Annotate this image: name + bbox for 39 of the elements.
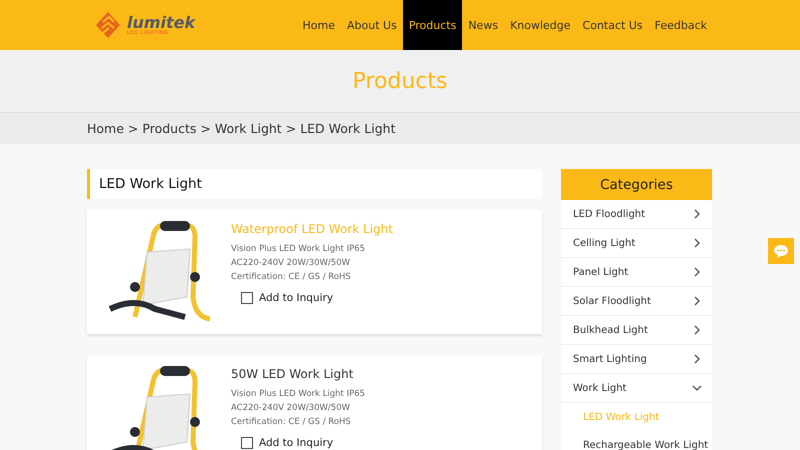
page-title: Products xyxy=(352,68,448,94)
breadcrumb-separator: > xyxy=(200,121,211,136)
nav-link[interactable]: Home xyxy=(296,0,342,50)
breadcrumb-separator: > xyxy=(128,121,138,136)
category-item[interactable]: Smart Lighting xyxy=(561,345,712,374)
nav-link[interactable]: Products xyxy=(402,0,462,50)
checkbox[interactable] xyxy=(241,437,253,449)
breadcrumb-separator: > xyxy=(286,121,296,136)
breadcrumb-link[interactable]: Home xyxy=(87,121,124,136)
breadcrumb-link[interactable]: Products xyxy=(142,121,196,136)
breadcrumb-link[interactable]: Work Light xyxy=(214,121,282,136)
category-item[interactable]: Celling Light xyxy=(561,229,712,258)
product-title[interactable]: 50W LED Work Light xyxy=(231,367,366,381)
nav-link[interactable]: About Us xyxy=(341,0,403,50)
subcategory-item[interactable]: Rechargeable Work Light xyxy=(561,431,712,450)
section-title: LED Work Light xyxy=(87,169,542,199)
checkbox-label[interactable]: Add to Inquiry xyxy=(259,292,334,304)
nav-link[interactable]: Knowledge xyxy=(504,0,577,50)
product-spec: AC220-240V 20W/30W/50W xyxy=(231,402,352,415)
breadcrumb-link[interactable]: LED Work Light xyxy=(300,121,396,136)
nav-link[interactable]: News xyxy=(462,0,504,50)
nav-link[interactable]: Contact Us xyxy=(576,0,649,50)
checkbox[interactable] xyxy=(241,292,253,304)
category-item[interactable]: Bulkhead Light xyxy=(561,316,712,345)
product-spec: Certification: CE / GS / RoHS xyxy=(231,416,352,429)
sidebar-header: Categories xyxy=(561,169,712,200)
category-item[interactable]: LED Floodlight xyxy=(561,200,712,229)
category-item[interactable]: Work Light xyxy=(561,374,712,403)
product-spec: Certification: CE / GS / RoHS xyxy=(231,271,352,284)
logo-icon xyxy=(95,11,121,39)
chat-icon xyxy=(773,243,789,259)
product-spec: AC220-240V 20W/30W/50W xyxy=(231,257,352,270)
logo-name: lumitek xyxy=(127,14,196,30)
product-spec: Vision Plus LED Work Light IP65 xyxy=(231,388,366,401)
checkbox-label[interactable]: Add to Inquiry xyxy=(259,437,334,449)
nav-link[interactable]: Feedback xyxy=(648,0,713,50)
product-spec: Vision Plus LED Work Light IP65 xyxy=(231,243,366,256)
category-item[interactable]: Panel Light xyxy=(561,258,712,287)
category-item[interactable]: Solar Floodlight xyxy=(561,287,712,316)
